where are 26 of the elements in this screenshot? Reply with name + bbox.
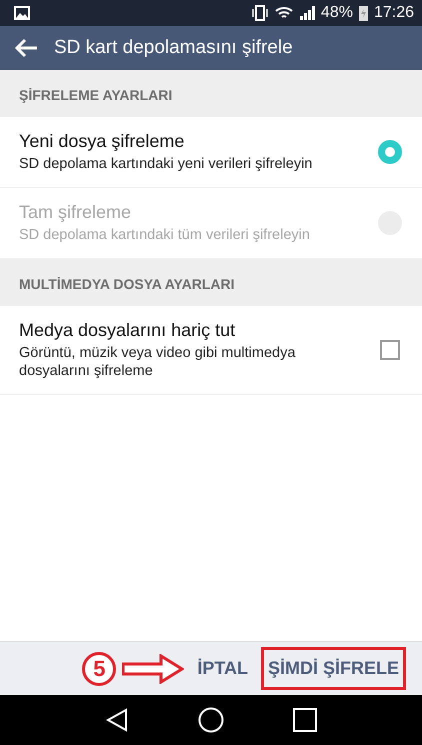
section-header: MULTİMEDYA DOSYA AYARLARI — [19, 276, 234, 292]
cancel-button[interactable]: İPTAL — [190, 647, 255, 690]
option-title: Yeni dosya şifreleme — [19, 131, 186, 152]
back-arrow-icon[interactable] — [14, 38, 38, 58]
section-header: ŞİFRELEME AYARLARI — [19, 87, 172, 103]
option-description: SD depolama kartındaki tüm verileri şifreleyin — [19, 226, 311, 244]
radio-button[interactable] — [378, 140, 402, 164]
clock-time: 17:26 — [374, 4, 414, 22]
battery-percent: 48% — [320, 4, 353, 22]
back-icon[interactable] — [104, 708, 129, 732]
checkbox[interactable] — [380, 340, 400, 360]
encrypt-now-button[interactable]: ŞİMDİ ŞİFRELE — [260, 647, 406, 690]
home-icon[interactable] — [198, 707, 224, 733]
vibrate-icon — [250, 5, 269, 21]
option-title: Tam şifreleme — [19, 202, 132, 223]
step-number-badge: 5 — [82, 652, 116, 686]
screen-title: SD kart depolamasını şifrele — [54, 37, 293, 59]
option-title: Medya dosyalarını hariç tut — [19, 320, 236, 341]
option-description: SD depolama kartındaki yeni verileri şifreleyin — [19, 155, 314, 173]
image-icon — [14, 6, 30, 20]
option-description: Görüntü, müzik veya video gibi multimedya dosyalarını şifreleme — [19, 344, 296, 380]
signal-icon — [298, 6, 315, 20]
recents-icon[interactable] — [293, 708, 318, 732]
annotation-arrow-icon — [122, 654, 184, 684]
wifi-icon — [274, 6, 293, 20]
battery-icon — [358, 5, 368, 21]
